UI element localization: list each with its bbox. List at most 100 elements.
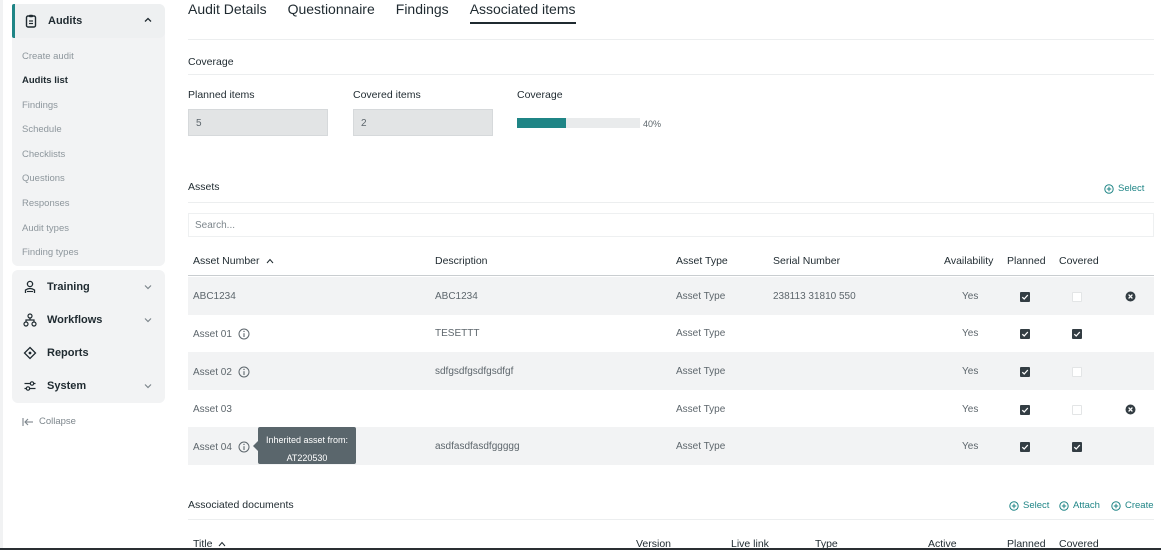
sidebar-subitem-questions[interactable]: Questions bbox=[22, 173, 65, 184]
sidebar-subitem-create-audit[interactable]: Create audit bbox=[22, 51, 74, 62]
tab-questionnaire[interactable]: Questionnaire bbox=[288, 0, 375, 24]
asset-number-cell: Asset 01 bbox=[193, 328, 250, 340]
sidebar-item-audits[interactable]: Audits bbox=[12, 4, 165, 38]
column-header-planned[interactable]: Planned bbox=[1007, 255, 1046, 267]
description-cell: TESETTT bbox=[435, 328, 480, 339]
tab-associated-items[interactable]: Associated items bbox=[469, 0, 576, 24]
documents-select-label: Select bbox=[1023, 500, 1050, 511]
serial-number-cell: 238113 31810 550 bbox=[773, 291, 856, 302]
coverage-label: Coverage bbox=[517, 89, 563, 101]
coverage-percent: 40% bbox=[643, 119, 662, 129]
sidebar-item-training[interactable]: Training bbox=[12, 270, 165, 303]
asset-type-cell: Asset Type bbox=[676, 291, 726, 302]
column-header-covered[interactable]: Covered bbox=[1059, 255, 1099, 267]
planned-checkbox[interactable] bbox=[1020, 442, 1030, 452]
tab-findings[interactable]: Findings bbox=[396, 0, 449, 24]
inherited-asset-tooltip: Inherited asset from: AT220530 bbox=[253, 427, 356, 464]
column-header-asset-number[interactable]: Asset Number bbox=[193, 255, 275, 267]
availability-cell: Yes bbox=[962, 366, 979, 377]
tooltip-line-2: AT220530 bbox=[286, 453, 328, 463]
asset-number-cell: Asset 04 bbox=[193, 441, 250, 453]
sidebar-subitem-findings[interactable]: Findings bbox=[22, 100, 58, 111]
checkmark-icon bbox=[1021, 369, 1029, 375]
asset-number-cell: Asset 03 bbox=[193, 404, 232, 415]
asset-number-cell: ABC1234 bbox=[193, 291, 236, 302]
assets-select-label: Select bbox=[1118, 183, 1145, 194]
assets-table-header: Asset Number Description Asset Type Seri… bbox=[188, 247, 1154, 276]
covered-checkbox[interactable] bbox=[1072, 367, 1082, 377]
info-icon[interactable] bbox=[238, 366, 250, 378]
planned-items-field: 5 bbox=[188, 109, 328, 136]
availability-cell: Yes bbox=[962, 404, 979, 415]
column-header-serial-number[interactable]: Serial Number bbox=[773, 255, 840, 267]
covered-checkbox[interactable] bbox=[1072, 329, 1082, 339]
documents-attach-label: Attach bbox=[1073, 500, 1100, 511]
assets-section-title: Assets bbox=[188, 181, 220, 193]
availability-cell: Yes bbox=[962, 441, 979, 452]
table-row[interactable]: Asset 02 sdfgsdfgsdfgsdfgf Asset Type Yes bbox=[188, 352, 1154, 390]
chevron-down-icon[interactable] bbox=[143, 282, 153, 292]
description-cell: ABC1234 bbox=[435, 291, 478, 302]
sidebar-item-label: Audits bbox=[48, 15, 83, 27]
sidebar: Audits Create audit Audits list Findings… bbox=[0, 0, 174, 550]
info-icon[interactable] bbox=[238, 441, 250, 453]
table-row[interactable]: Asset 03 Asset Type Yes bbox=[188, 390, 1154, 428]
planned-checkbox[interactable] bbox=[1020, 405, 1030, 415]
tab-audit-details[interactable]: Audit Details bbox=[188, 0, 267, 24]
availability-cell: Yes bbox=[962, 291, 979, 302]
table-row[interactable]: ABC1234 ABC1234 Asset Type 238113 31810 550… bbox=[188, 277, 1154, 315]
asset-type-cell: Asset Type bbox=[676, 366, 726, 377]
asset-number-text: Asset 02 bbox=[193, 366, 232, 378]
remove-icon[interactable] bbox=[1125, 404, 1136, 415]
asset-number-text: Asset 01 bbox=[193, 328, 232, 340]
plus-circle-icon bbox=[1009, 500, 1019, 511]
sidebar-subitem-responses[interactable]: Responses bbox=[22, 198, 70, 209]
table-row[interactable]: Asset 01 TESETTT Asset Type Yes bbox=[188, 314, 1154, 352]
sidebar-subitem-audits-list[interactable]: Audits list bbox=[22, 75, 68, 86]
planned-checkbox[interactable] bbox=[1020, 367, 1030, 377]
column-header-description[interactable]: Description bbox=[435, 255, 488, 267]
sidebar-subitem-finding-types[interactable]: Finding types bbox=[22, 247, 79, 258]
collapse-label: Collapse bbox=[39, 416, 76, 427]
sidebar-item-workflows[interactable]: Workflows bbox=[12, 303, 165, 336]
main-content: Audit Details Questionnaire Findings Ass… bbox=[188, 0, 1154, 550]
covered-items-label: Covered items bbox=[353, 89, 421, 101]
chevron-down-icon[interactable] bbox=[143, 315, 153, 325]
sidebar-item-label: Workflows bbox=[47, 313, 103, 326]
documents-attach-button[interactable]: Attach bbox=[1059, 500, 1100, 511]
checkmark-icon bbox=[1021, 407, 1029, 413]
column-header-availability[interactable]: Availability bbox=[944, 255, 993, 267]
covered-checkbox[interactable] bbox=[1072, 442, 1082, 452]
collapse-button[interactable]: Collapse bbox=[22, 416, 76, 427]
asset-type-cell: Asset Type bbox=[676, 404, 726, 415]
documents-select-button[interactable]: Select bbox=[1009, 500, 1049, 511]
plus-circle-icon bbox=[1104, 183, 1114, 194]
sidebar-subitem-schedule[interactable]: Schedule bbox=[22, 124, 62, 135]
divider bbox=[188, 74, 1154, 75]
sidebar-subitem-audit-types[interactable]: Audit types bbox=[22, 223, 69, 234]
sidebar-item-reports[interactable]: Reports bbox=[12, 336, 165, 369]
documents-create-button[interactable]: Create bbox=[1111, 500, 1154, 511]
covered-checkbox[interactable] bbox=[1072, 292, 1082, 302]
assets-select-button[interactable]: Select bbox=[1104, 183, 1144, 194]
asset-number-cell: Asset 02 bbox=[193, 366, 250, 378]
sort-ascending-icon bbox=[266, 258, 273, 264]
sidebar-item-system[interactable]: System bbox=[12, 369, 165, 402]
chevron-down-icon[interactable] bbox=[143, 381, 153, 391]
sidebar-item-label: Reports bbox=[47, 346, 89, 359]
covered-checkbox[interactable] bbox=[1072, 405, 1082, 415]
info-icon[interactable] bbox=[238, 328, 250, 340]
tab-bar: Audit Details Questionnaire Findings Ass… bbox=[188, 0, 597, 26]
assets-search-input[interactable]: Search... bbox=[188, 213, 1154, 237]
column-header-asset-type[interactable]: Asset Type bbox=[676, 255, 728, 267]
asset-type-cell: Asset Type bbox=[676, 328, 726, 339]
planned-checkbox[interactable] bbox=[1020, 329, 1030, 339]
sidebar-subitem-checklists[interactable]: Checklists bbox=[22, 149, 65, 160]
remove-icon[interactable] bbox=[1125, 291, 1136, 302]
chevron-up-icon[interactable] bbox=[143, 15, 153, 25]
planned-checkbox[interactable] bbox=[1020, 292, 1030, 302]
sort-ascending-icon bbox=[219, 541, 226, 547]
trainer-icon bbox=[24, 280, 36, 293]
asset-number-text: Asset 04 bbox=[193, 441, 232, 453]
documents-create-label: Create bbox=[1125, 500, 1154, 511]
